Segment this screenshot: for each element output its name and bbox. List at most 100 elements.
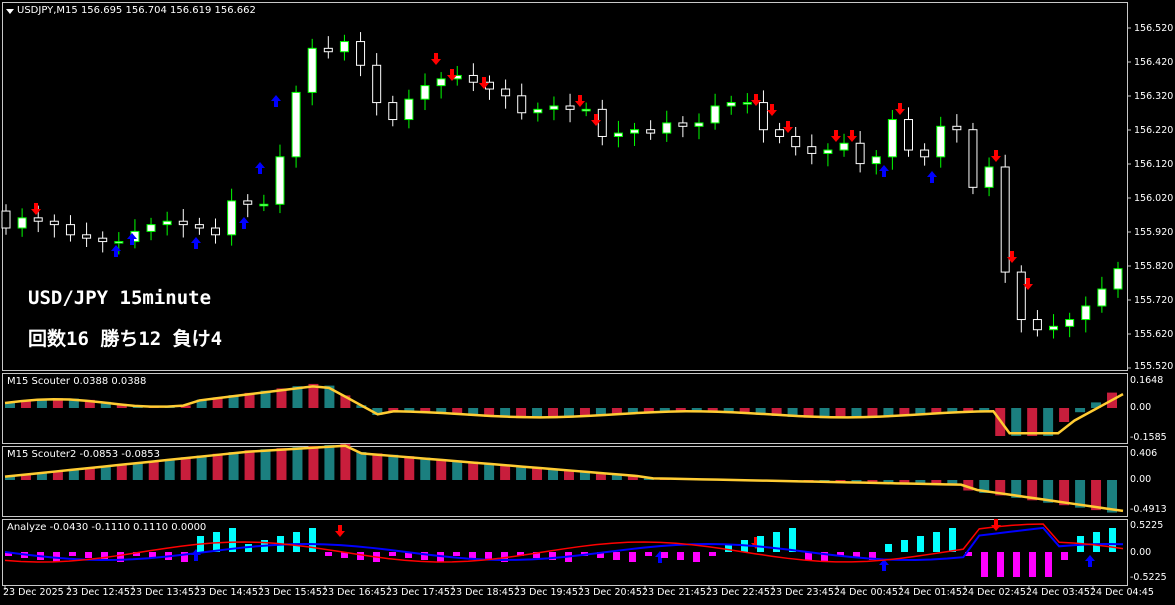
histogram-bar: [516, 466, 527, 480]
histogram-bar: [468, 461, 479, 480]
time-tick: 23 Dec 23:45: [770, 587, 834, 598]
price-tick: 155.820: [1134, 261, 1174, 272]
scouter-header: M15 Scouter 0.0388 0.0388: [7, 376, 147, 387]
analyze-bar: [613, 552, 620, 560]
analyze-bar: [357, 552, 364, 560]
candle-body: [630, 129, 640, 134]
scouter-tick-bottom: -0.1585: [1130, 432, 1167, 443]
candle-body: [307, 47, 317, 93]
time-tick: 24 Dec 04:45: [1090, 587, 1154, 598]
main-header: USDJPY,M15 156.695 156.704 156.619 156.6…: [17, 5, 256, 16]
time-tick: 23 Dec 12:45: [66, 587, 130, 598]
candle-body: [291, 91, 301, 158]
analyze-tick-zero: 0.00: [1130, 547, 1152, 558]
candle-body: [903, 119, 913, 151]
histogram-bar: [452, 460, 463, 480]
candle-body: [211, 227, 221, 236]
candle-body: [227, 200, 237, 236]
analyze-bar: [1029, 552, 1036, 577]
histogram-bar: [404, 456, 415, 480]
candle-body: [356, 41, 366, 66]
histogram-bar: [84, 467, 95, 480]
candle-body: [339, 41, 349, 53]
candle-body: [404, 98, 414, 121]
candle-body: [952, 125, 962, 131]
analyze-bar: [1109, 528, 1116, 552]
histogram-bar: [484, 463, 495, 480]
analyze-bar: [981, 552, 988, 577]
time-tick: 23 Dec 19:45: [514, 587, 578, 598]
histogram-bar: [260, 449, 271, 480]
analyze-bar: [661, 552, 668, 558]
histogram-bar: [308, 446, 319, 480]
analyze-bar: [325, 552, 332, 556]
histogram-bar: [1059, 408, 1070, 422]
scouter2-tick-zero: 0.00: [1130, 474, 1152, 485]
histogram-bar: [1075, 408, 1086, 413]
histogram-bar: [1027, 408, 1038, 436]
candle-body: [517, 95, 527, 114]
analyze-bar: [997, 552, 1004, 577]
candle-body: [1000, 166, 1010, 273]
time-tick: 24 Dec 01:45: [898, 587, 962, 598]
candle-body: [984, 166, 994, 188]
candle-body: [1113, 268, 1123, 290]
candle-body: [243, 200, 253, 205]
analyze-bar: [757, 536, 764, 552]
collapse-triangle-icon[interactable]: [6, 9, 14, 14]
analyze-bar: [693, 552, 700, 562]
candle-body: [65, 224, 75, 236]
histogram-bar: [1043, 408, 1054, 436]
time-tick: 23 Dec 22:45: [706, 587, 770, 598]
candle-body: [775, 129, 785, 137]
candle-body: [49, 220, 59, 226]
candle-body: [323, 47, 333, 53]
candle-body: [726, 102, 736, 107]
analyze-header: Analyze -0.0430 -0.1110 0.1110 0.0000: [7, 522, 207, 533]
analyze-bar: [101, 552, 108, 560]
candle-body: [855, 142, 865, 165]
candle-body: [694, 122, 704, 127]
analyze-bar: [69, 552, 76, 556]
candle-body: [388, 102, 398, 121]
candle-body: [194, 224, 204, 229]
candle-body: [646, 129, 656, 134]
price-tick: 156.020: [1134, 193, 1174, 204]
candle-body: [710, 105, 720, 124]
candle-body: [114, 241, 124, 244]
histogram-bar: [500, 464, 511, 480]
histogram-bar: [292, 447, 303, 480]
price-tick: 156.320: [1134, 91, 1174, 102]
analyze-bar: [901, 540, 908, 552]
analyze-bar: [709, 552, 716, 556]
overlay-stats: 回数16 勝ち12 負け4: [28, 328, 223, 350]
candle-body: [678, 122, 688, 127]
scouter-tick-top: 0.1648: [1130, 375, 1164, 386]
price-tick: 155.520: [1134, 361, 1174, 372]
histogram-bar: [1011, 408, 1022, 436]
candle-body: [839, 142, 849, 151]
analyze-bar: [469, 552, 476, 558]
analyze-bar: [1093, 532, 1100, 552]
analyze-bar: [917, 536, 924, 552]
candle-body: [468, 74, 478, 83]
analyze-tick-top: 0.5225: [1130, 520, 1164, 531]
candle-body: [936, 125, 946, 158]
candle-body: [1097, 288, 1107, 307]
candle-body: [1081, 305, 1091, 321]
histogram-bar: [356, 452, 367, 480]
candle-body: [82, 234, 92, 239]
candle-body: [259, 203, 269, 207]
histogram-bar: [388, 454, 399, 480]
time-tick: 23 Dec 15:45: [258, 587, 322, 598]
analyze-bar: [389, 552, 396, 556]
candle-body: [178, 220, 188, 226]
candle-body: [33, 217, 43, 222]
analyze-bar: [885, 544, 892, 552]
analyze-bar: [789, 528, 796, 552]
candle-body: [436, 78, 446, 87]
candle-body: [17, 217, 27, 229]
candle-body: [662, 122, 672, 134]
price-tick: 156.120: [1134, 159, 1174, 170]
time-tick: 23 Dec 2025: [3, 587, 64, 598]
